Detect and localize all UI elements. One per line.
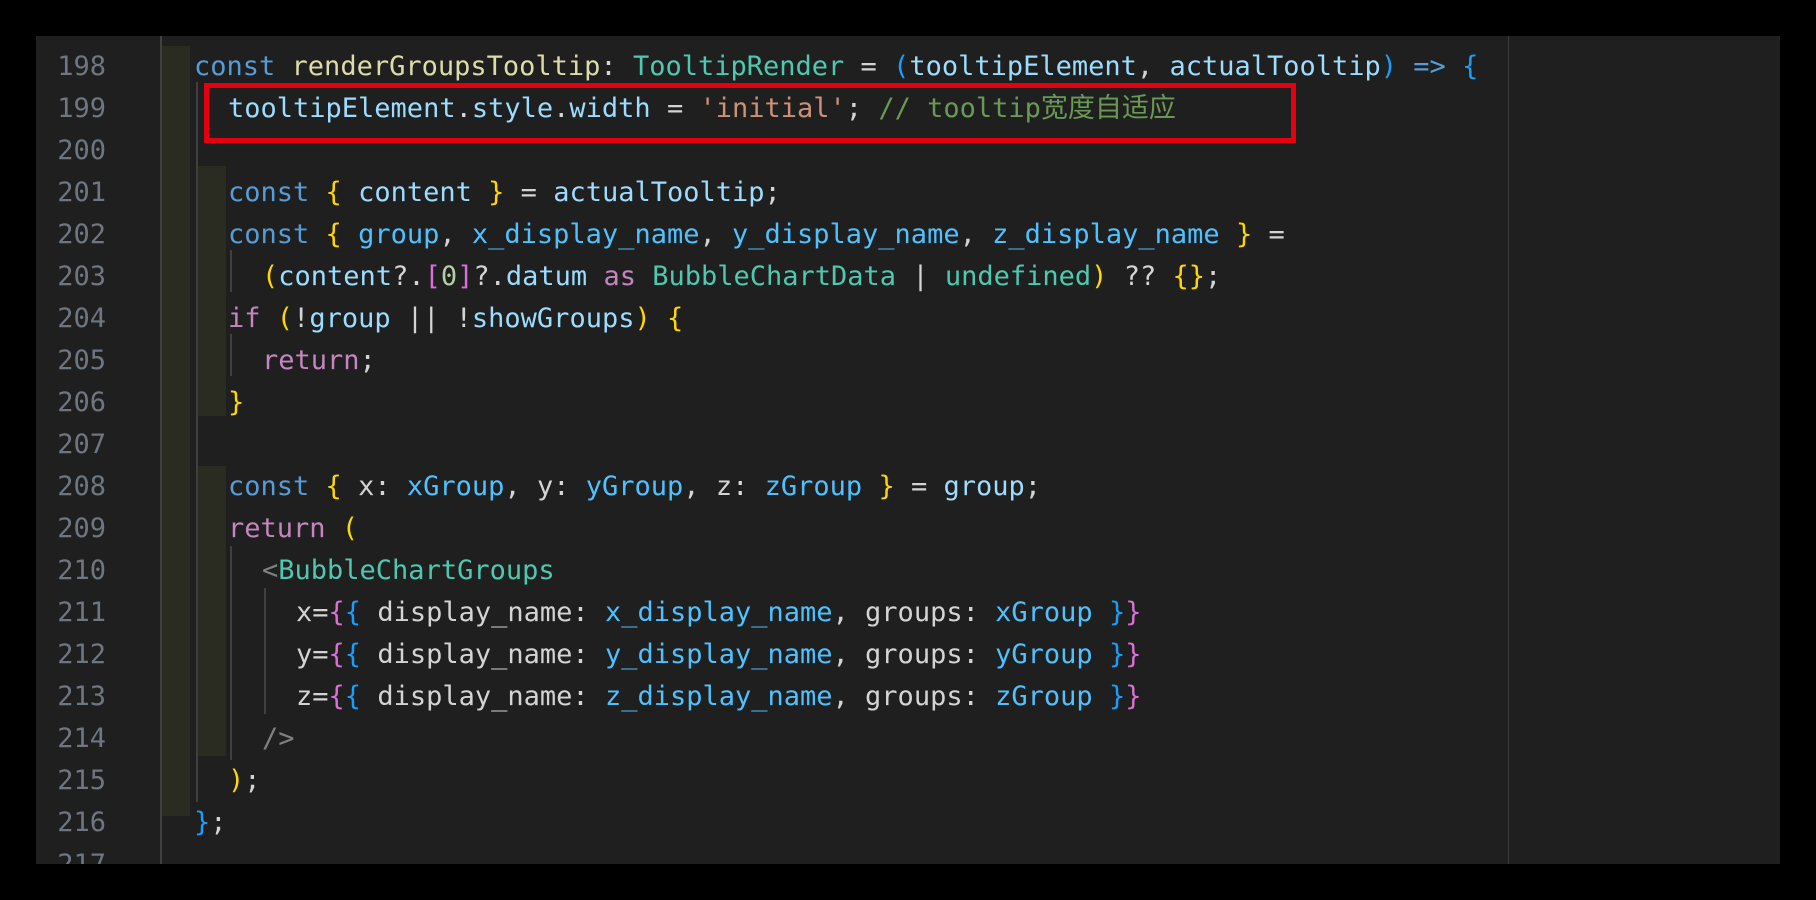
- line-number: 213: [57, 681, 106, 712]
- code-text[interactable]: return;: [262, 340, 376, 382]
- code-line[interactable]: 216 };: [36, 802, 1780, 844]
- code-text[interactable]: const renderGroupsTooltip: TooltipRender…: [194, 46, 1478, 88]
- line-number: 206: [57, 387, 106, 418]
- code-line[interactable]: 206 }: [36, 382, 1780, 424]
- code-line[interactable]: 212 y={{ display_name: y_display_name, g…: [36, 634, 1780, 676]
- code-line[interactable]: 213 z={{ display_name: z_display_name, g…: [36, 676, 1780, 718]
- line-number: 209: [57, 513, 106, 544]
- code-editor[interactable]: 198 const renderGroupsTooltip: TooltipRe…: [36, 36, 1780, 864]
- code-line[interactable]: 210 <BubbleChartGroups: [36, 550, 1780, 592]
- line-number: 205: [57, 345, 106, 376]
- code-text[interactable]: const { content } = actualTooltip;: [228, 172, 781, 214]
- code-text[interactable]: (content?.[0]?.datum as BubbleChartData …: [262, 256, 1221, 298]
- code-line[interactable]: 202 const { group, x_display_name, y_dis…: [36, 214, 1780, 256]
- line-number: 201: [57, 177, 106, 208]
- line-number: 217: [36, 844, 106, 864]
- code-line[interactable]: 215 );: [36, 760, 1780, 802]
- code-text[interactable]: const { x: xGroup, y: yGroup, z: zGroup …: [228, 466, 1041, 508]
- line-number: 215: [57, 765, 106, 796]
- code-line[interactable]: 209 return (: [36, 508, 1780, 550]
- annotation-highlight-box: [204, 83, 1296, 143]
- code-text[interactable]: };: [194, 802, 227, 844]
- line-number: 203: [57, 261, 106, 292]
- code-line[interactable]: 207: [36, 424, 1780, 466]
- line-number: 207: [57, 429, 106, 460]
- code-line[interactable]: 203 (content?.[0]?.datum as BubbleChartD…: [36, 256, 1780, 298]
- line-number: 211: [57, 597, 106, 628]
- line-number: 199: [57, 93, 106, 124]
- line-number: 210: [57, 555, 106, 586]
- code-line[interactable]: 201 const { content } = actualTooltip;: [36, 172, 1780, 214]
- code-text[interactable]: );: [228, 760, 261, 802]
- line-number: 208: [57, 471, 106, 502]
- code-line[interactable]: 214 />: [36, 718, 1780, 760]
- line-number: 200: [57, 135, 106, 166]
- code-text[interactable]: <BubbleChartGroups: [262, 550, 555, 592]
- line-number: 216: [57, 807, 106, 838]
- code-line[interactable]: 204 if (!group || !showGroups) {: [36, 298, 1780, 340]
- code-text[interactable]: const { group, x_display_name, y_display…: [228, 214, 1285, 256]
- code-text[interactable]: x={{ display_name: x_display_name, group…: [296, 592, 1141, 634]
- line-number: 212: [57, 639, 106, 670]
- code-line[interactable]: 205 return;: [36, 340, 1780, 382]
- line-number: 204: [57, 303, 106, 334]
- code-text[interactable]: return (: [228, 508, 358, 550]
- code-line[interactable]: 211 x={{ display_name: x_display_name, g…: [36, 592, 1780, 634]
- code-text[interactable]: y={{ display_name: y_display_name, group…: [296, 634, 1141, 676]
- code-text[interactable]: }: [228, 382, 244, 424]
- line-number: 198: [57, 51, 106, 82]
- code-line[interactable]: 217: [36, 844, 1780, 864]
- code-text[interactable]: z={{ display_name: z_display_name, group…: [296, 676, 1141, 718]
- code-text[interactable]: />: [262, 718, 295, 760]
- line-number: 214: [57, 723, 106, 754]
- line-number: 202: [57, 219, 106, 250]
- code-line[interactable]: 208 const { x: xGroup, y: yGroup, z: zGr…: [36, 466, 1780, 508]
- code-text[interactable]: if (!group || !showGroups) {: [228, 298, 683, 340]
- code-line[interactable]: 198 const renderGroupsTooltip: TooltipRe…: [36, 46, 1780, 88]
